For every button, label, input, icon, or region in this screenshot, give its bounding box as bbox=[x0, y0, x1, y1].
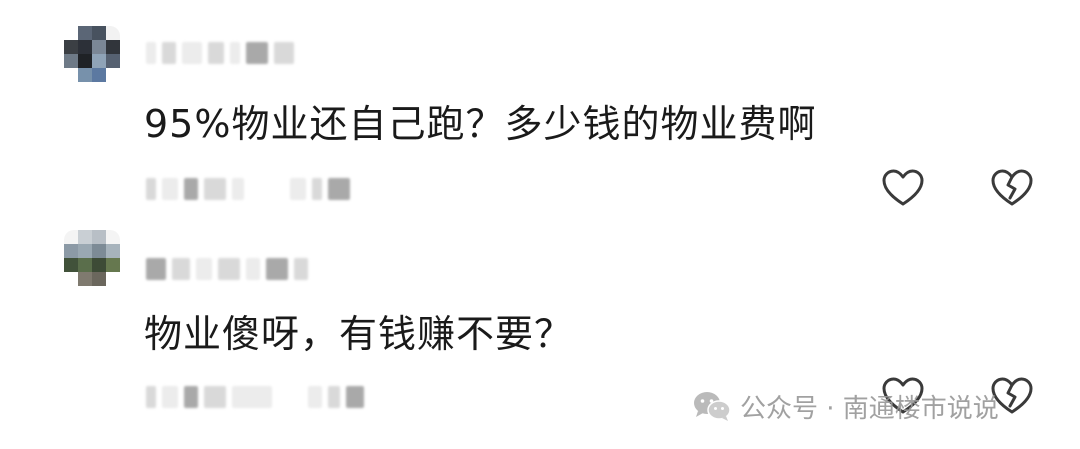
username-redacted[interactable] bbox=[146, 254, 308, 284]
comment-item: 95%物业还自己跑？多少钱的物业费啊 bbox=[0, 0, 1080, 220]
broken-heart-outline-icon bbox=[991, 169, 1033, 206]
like-button[interactable] bbox=[881, 168, 925, 208]
dislike-button[interactable] bbox=[990, 168, 1034, 208]
comment-text: 95%物业还自己跑？多少钱的物业费啊 bbox=[144, 102, 817, 146]
watermark-text: 公众号 · 南通楼市说说 bbox=[740, 393, 999, 424]
comment-meta-redacted bbox=[146, 174, 350, 204]
avatar[interactable] bbox=[64, 26, 120, 82]
comment-text: 物业傻呀，有钱赚不要？ bbox=[144, 312, 574, 356]
watermark: 公众号 · 南通楼市说说 bbox=[692, 386, 999, 426]
wechat-icon bbox=[692, 389, 732, 423]
username-redacted[interactable] bbox=[146, 38, 294, 68]
heart-outline-icon bbox=[882, 169, 924, 206]
comment-meta-redacted bbox=[146, 382, 364, 412]
avatar[interactable] bbox=[64, 230, 120, 286]
